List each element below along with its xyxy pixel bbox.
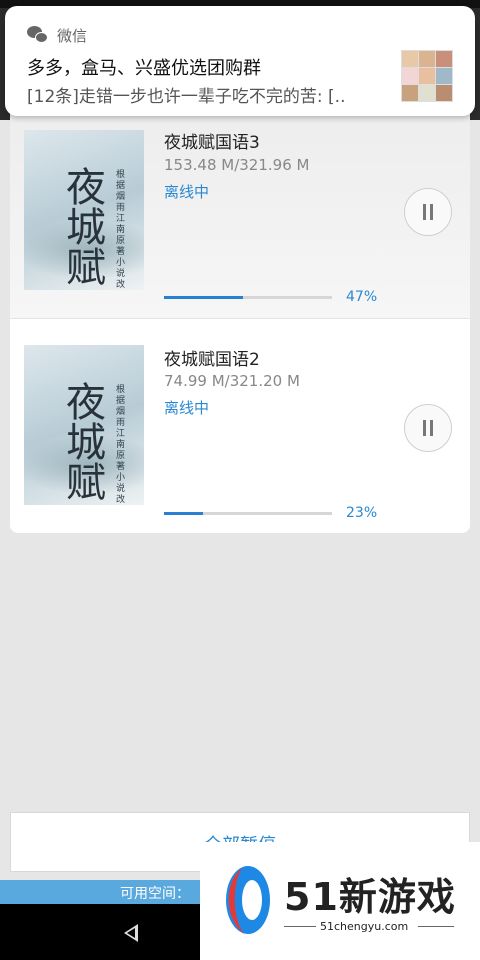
progress-fill [164, 296, 243, 299]
download-list: 夜城赋 根据烟雨江南原著小说改编 夜城赋国语3 153.48 M/321.96 … [10, 108, 470, 533]
notification-app-row: 微信 [27, 24, 87, 46]
progress-percent: 23% [346, 505, 378, 521]
watermark-logo-icon [226, 866, 270, 934]
cover-image: 夜城赋 根据烟雨江南原著小说改编 [24, 130, 144, 290]
cover-title: 夜城赋 [66, 165, 106, 290]
progress-percent: 47% [346, 289, 378, 305]
item-status: 离线中 [164, 183, 210, 201]
pause-button[interactable] [404, 404, 452, 452]
item-size: 153.48 M/321.96 M [164, 156, 310, 174]
notification-banner[interactable]: 微信 多多，盒马、兴盛优选团购群 [12条]走错一步也许一辈子吃不完的苦: [.… [5, 6, 475, 116]
pause-icon [421, 420, 435, 436]
pause-icon [421, 204, 435, 220]
watermark-text: 51新游戏 [284, 875, 456, 919]
progress-bar [164, 296, 332, 299]
notification-body: [12条]走错一步也许一辈子吃不完的苦: [.. [27, 87, 346, 107]
wechat-icon [27, 26, 49, 44]
pause-button[interactable] [404, 188, 452, 236]
download-item[interactable]: 夜城赋 根据烟雨江南原著小说改编 夜城赋国语2 74.99 M/321.20 M… [10, 318, 470, 528]
item-status: 离线中 [164, 399, 210, 417]
back-icon[interactable] [124, 924, 138, 942]
notification-title: 多多，盒马、兴盛优选团购群 [27, 58, 261, 79]
watermark: 51新游戏 51chengyu.com [200, 842, 480, 960]
progress-bar [164, 512, 332, 515]
download-item[interactable]: 夜城赋 根据烟雨江南原著小说改编 夜城赋国语3 153.48 M/321.96 … [10, 108, 470, 318]
group-avatar [401, 50, 453, 102]
item-title: 夜城赋国语3 [164, 133, 260, 153]
cover-image: 夜城赋 根据烟雨江南原著小说改编 [24, 345, 144, 505]
notification-app-name: 微信 [57, 26, 88, 45]
item-size: 74.99 M/321.20 M [164, 372, 300, 390]
cover-title: 夜城赋 [66, 380, 106, 505]
progress-fill [164, 512, 203, 515]
item-title: 夜城赋国语2 [164, 350, 260, 370]
cover-subtitle: 根据烟雨江南原著小说改编 [116, 385, 126, 505]
cover-subtitle: 根据烟雨江南原著小说改编 [116, 170, 126, 290]
watermark-url: 51chengyu.com [320, 920, 409, 933]
